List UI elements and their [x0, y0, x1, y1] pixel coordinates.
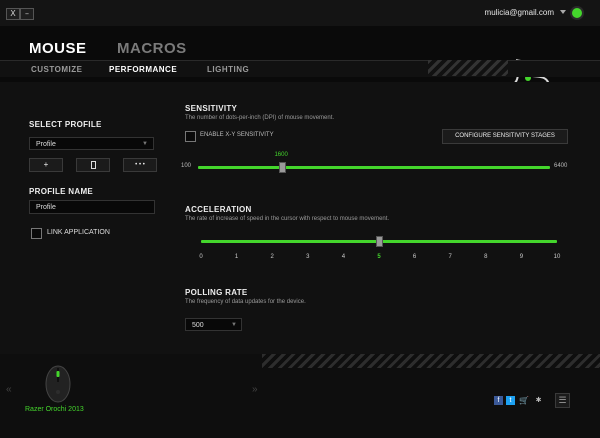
- acceleration-tick-10: 10: [553, 254, 561, 260]
- sub-tab-bar: [0, 60, 600, 77]
- trash-icon: [90, 161, 96, 169]
- sensitivity-min-label: 100: [181, 163, 192, 169]
- delete-profile-button[interactable]: [76, 158, 110, 172]
- polling-rate-title: POLLING RATE: [185, 288, 248, 297]
- menu-icon[interactable]: ☰: [555, 393, 570, 408]
- tab-performance[interactable]: PERFORMANCE: [109, 65, 177, 74]
- polling-rate-dropdown[interactable]: 500 ▼: [185, 318, 242, 331]
- acceleration-tick-2: 2: [270, 254, 274, 260]
- profile-name-input[interactable]: Profile: [29, 200, 155, 214]
- acceleration-title: ACCELERATION: [185, 205, 252, 214]
- razer-icon[interactable]: ✱: [534, 396, 543, 405]
- add-profile-button[interactable]: +: [29, 158, 63, 172]
- polling-rate-description: The frequency of data updates for the de…: [185, 299, 306, 305]
- acceleration-slider-handle[interactable]: [376, 236, 383, 247]
- acceleration-tick-8: 8: [484, 254, 488, 260]
- online-status-icon[interactable]: [572, 8, 582, 18]
- acceleration-tick-4: 4: [341, 254, 346, 260]
- xy-sensitivity-checkbox[interactable]: [185, 131, 196, 142]
- configure-sensitivity-stages-button[interactable]: CONFIGURE SENSITIVITY STAGES: [442, 129, 568, 144]
- cart-icon[interactable]: 🛒: [519, 396, 529, 405]
- tab-lighting[interactable]: LIGHTING: [207, 65, 249, 74]
- next-device-button[interactable]: »: [252, 384, 258, 395]
- chevron-down-icon: ▼: [231, 322, 237, 328]
- acceleration-description: The rate of increase of speed in the cur…: [185, 216, 390, 222]
- polling-rate-value: 500: [192, 322, 204, 329]
- minimize-button[interactable]: –: [20, 8, 34, 20]
- decorative-stripes: [428, 60, 508, 76]
- acceleration-tick-6: 6: [412, 254, 417, 260]
- prev-device-button[interactable]: «: [6, 384, 12, 395]
- more-options-button[interactable]: • • •: [123, 158, 157, 172]
- decorative-stripes: [262, 354, 600, 368]
- close-button[interactable]: X: [6, 8, 20, 20]
- profile-dropdown[interactable]: Profile ▼: [29, 137, 154, 150]
- acceleration-tick-9: 9: [519, 254, 524, 260]
- chevron-down-icon: ▼: [142, 141, 148, 147]
- sensitivity-description: The number of dots-per-inch (DPI) of mou…: [185, 115, 335, 121]
- synapse-window: X – mulicia@gmail.com MOUSE MACROS CUSTO…: [0, 0, 600, 438]
- acceleration-tick-0: 0: [199, 254, 203, 260]
- tab-macros[interactable]: MACROS: [117, 40, 187, 57]
- tab-mouse[interactable]: MOUSE: [29, 40, 87, 57]
- acceleration-tick-3: 3: [306, 254, 310, 260]
- profile-name-label: PROFILE NAME: [29, 187, 94, 196]
- sensitivity-max-label: 6400: [554, 163, 568, 169]
- sensitivity-title: SENSITIVITY: [185, 104, 238, 113]
- sensitivity-value: 1600: [274, 152, 288, 158]
- acceleration-tick-5: 5: [377, 254, 381, 260]
- acceleration-tick-1: 1: [234, 254, 239, 260]
- select-profile-label: SELECT PROFILE: [29, 120, 102, 129]
- title-bar: X – mulicia@gmail.com: [0, 0, 600, 26]
- facebook-icon[interactable]: f: [494, 396, 503, 405]
- link-application-checkbox[interactable]: [31, 228, 42, 239]
- sensitivity-slider-track[interactable]: [198, 166, 550, 169]
- link-application-label: LINK APPLICATION: [47, 229, 110, 236]
- device-name: Razer Orochi 2013: [25, 406, 84, 413]
- acceleration-tick-7: 7: [448, 254, 452, 260]
- profile-dropdown-value: Profile: [36, 141, 56, 148]
- twitter-icon[interactable]: t: [506, 396, 515, 405]
- tab-customize[interactable]: CUSTOMIZE: [31, 65, 82, 74]
- mouse-device-icon[interactable]: [40, 362, 76, 404]
- sensitivity-slider-handle[interactable]: [279, 162, 287, 173]
- xy-sensitivity-label: ENABLE X-Y SENSITIVITY: [200, 132, 274, 138]
- account-email[interactable]: mulicia@gmail.com: [485, 8, 554, 17]
- chevron-down-icon[interactable]: [560, 10, 566, 14]
